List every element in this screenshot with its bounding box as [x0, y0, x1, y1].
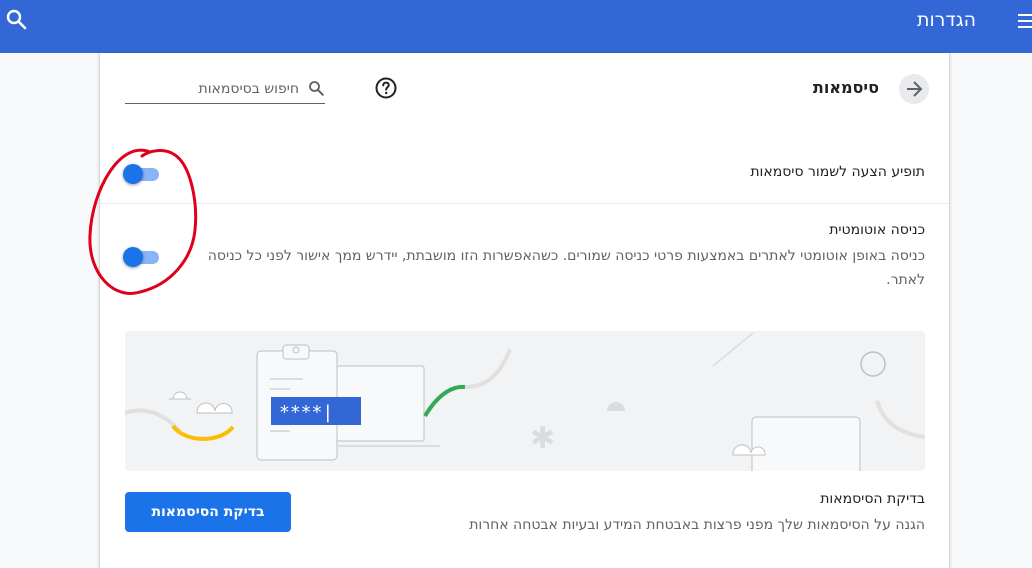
password-check-title: בדיקת הסיסמאות — [820, 491, 925, 507]
auto-signin-description: כניסה באופן אוטומטי לאתרים באמצעות פרטי … — [207, 248, 925, 288]
password-illustration: ****| ✱ — [125, 331, 925, 471]
arrow-back-icon — [907, 81, 923, 97]
password-search — [125, 75, 325, 104]
setting-auto-signin: כניסה אוטומטית כניסה באופן אוטומטי לאתרי… — [100, 203, 949, 310]
setting-offer-to-save: תופיע הצעה לשמור סיסמאות — [100, 144, 949, 202]
toolbar: הגדרות — [0, 0, 1032, 53]
offer-to-save-toggle[interactable] — [123, 161, 163, 185]
back-button[interactable] — [899, 74, 929, 104]
asterisk-icon: ✱ — [530, 421, 555, 456]
passwords-card: סיסמאות תופיע הצעה לשמור סיסמאות כניסה א… — [100, 53, 949, 568]
help-icon[interactable] — [374, 76, 398, 100]
illustration-graphic: ****| ✱ — [125, 332, 925, 471]
toggle-knob — [123, 164, 143, 184]
auto-signin-label: כניסה אוטומטית — [829, 222, 925, 238]
app-title: הגדרות — [916, 9, 976, 31]
toggle-knob — [123, 247, 143, 267]
passwords-header: סיסמאות — [100, 53, 949, 131]
check-passwords-button[interactable]: בדיקת הסיסמאות — [125, 492, 291, 532]
page-title: סיסמאות — [812, 78, 879, 97]
search-icon[interactable] — [4, 7, 28, 31]
password-check-description: הגנה על הסיסמאות שלך מפני פרצות באבטחת ה… — [469, 517, 925, 533]
menu-icon[interactable] — [1018, 10, 1032, 32]
search-icon — [309, 81, 324, 96]
password-search-input[interactable] — [127, 77, 301, 101]
password-mask: ****| — [279, 402, 333, 423]
offer-to-save-label: תופיע הצעה לשמור סיסמאות — [750, 164, 925, 180]
auto-signin-toggle[interactable] — [123, 244, 163, 268]
password-check-row: בדיקת הסיסמאות הגנה על הסיסמאות שלך מפני… — [100, 473, 949, 553]
